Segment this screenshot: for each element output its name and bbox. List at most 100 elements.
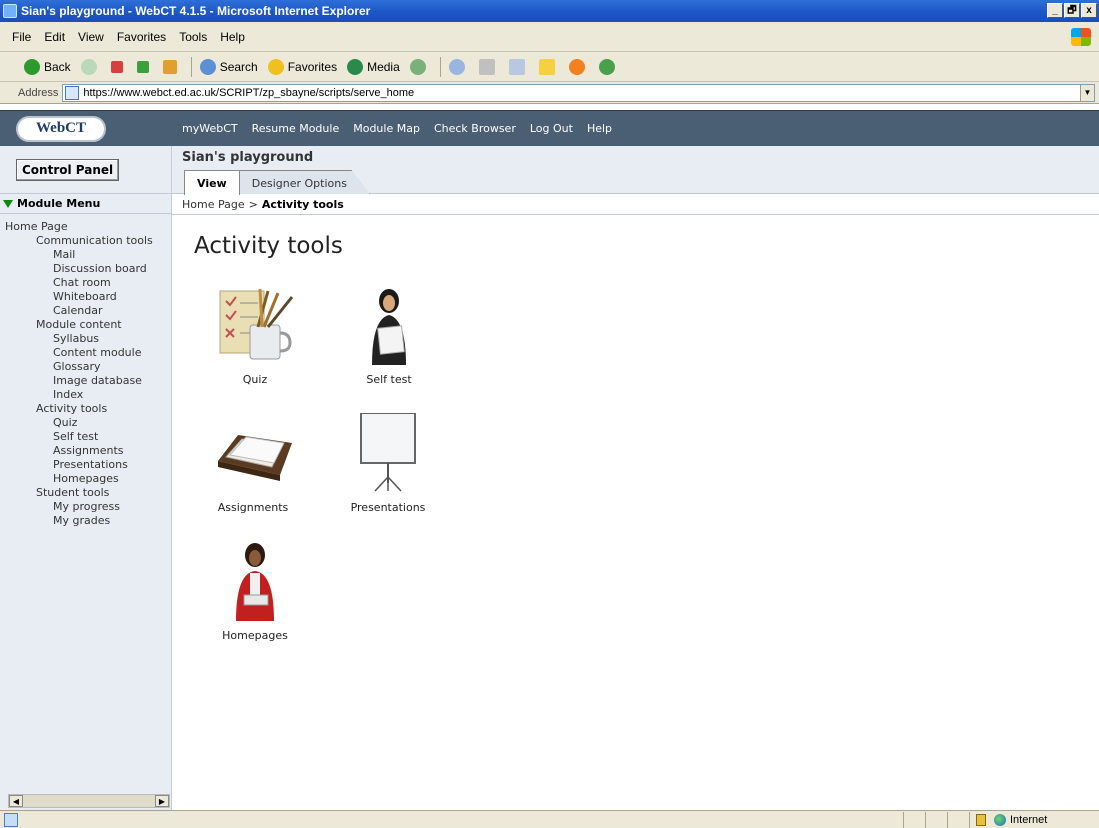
tab-designer-options[interactable]: Designer Options bbox=[238, 170, 370, 194]
module-menu-item[interactable]: Index bbox=[5, 388, 171, 402]
menu-edit[interactable]: Edit bbox=[44, 30, 65, 44]
tool-presentations[interactable]: Presentations bbox=[333, 412, 443, 514]
lock-icon bbox=[976, 814, 986, 826]
address-url: https://www.webct.ed.ac.uk/SCRIPT/zp_sba… bbox=[83, 86, 415, 99]
webct-logo[interactable]: WebCT bbox=[16, 115, 106, 142]
control-panel-button[interactable]: Control Panel bbox=[16, 158, 120, 181]
menu-tools[interactable]: Tools bbox=[179, 30, 207, 44]
edit-button[interactable] bbox=[508, 58, 529, 75]
module-menu-item[interactable]: Self test bbox=[5, 430, 171, 444]
close-button[interactable]: x bbox=[1081, 3, 1097, 18]
menu-favorites[interactable]: Favorites bbox=[117, 30, 166, 44]
module-menu-item[interactable]: Discussion board bbox=[5, 262, 171, 276]
nav-help[interactable]: Help bbox=[587, 122, 612, 135]
tool-assignments[interactable]: Assignments bbox=[198, 413, 308, 514]
mail-button[interactable] bbox=[448, 58, 469, 75]
module-menu-item[interactable]: Content module bbox=[5, 346, 171, 360]
module-menu-item[interactable]: Communication tools bbox=[5, 234, 171, 248]
ie-icon bbox=[3, 4, 17, 18]
refresh-button[interactable] bbox=[136, 60, 153, 73]
minimize-button[interactable]: _ bbox=[1047, 3, 1063, 18]
course-title: Sian's playground bbox=[182, 150, 314, 165]
menu-bar: File Edit View Favorites Tools Help bbox=[0, 22, 1099, 52]
tab-view[interactable]: View bbox=[184, 170, 240, 195]
module-menu-item[interactable]: Whiteboard bbox=[5, 290, 171, 304]
breadcrumb-home[interactable]: Home Page bbox=[182, 198, 245, 211]
status-bar: Internet bbox=[0, 810, 1099, 828]
module-menu-item[interactable]: Homepages bbox=[5, 472, 171, 486]
module-menu-item[interactable]: Quiz bbox=[5, 416, 171, 430]
triangle-down-icon bbox=[3, 199, 13, 208]
home-button[interactable] bbox=[162, 59, 181, 74]
module-menu-item[interactable]: Chat room bbox=[5, 276, 171, 290]
back-button[interactable]: Back bbox=[24, 58, 71, 75]
module-menu-item[interactable]: Calendar bbox=[5, 304, 171, 318]
module-menu-header[interactable]: Module Menu bbox=[0, 194, 171, 214]
page-icon bbox=[65, 85, 80, 100]
assignments-icon bbox=[208, 413, 298, 493]
tool-label-assignments: Assignments bbox=[217, 501, 289, 514]
menu-file[interactable]: File bbox=[12, 30, 31, 44]
menu-view[interactable]: View bbox=[78, 30, 104, 44]
nav-check-browser[interactable]: Check Browser bbox=[434, 122, 516, 135]
nav-log-out[interactable]: Log Out bbox=[530, 122, 573, 135]
tool-homepages[interactable]: Homepages bbox=[200, 541, 310, 642]
nav-resume-module[interactable]: Resume Module bbox=[252, 122, 340, 135]
module-menu-label: Module Menu bbox=[17, 197, 101, 210]
print-button[interactable] bbox=[478, 58, 499, 75]
module-menu-item[interactable]: Module content bbox=[5, 318, 171, 332]
module-menu-item[interactable]: Student tools bbox=[5, 486, 171, 500]
module-menu-item[interactable]: Image database bbox=[5, 374, 171, 388]
history-button[interactable] bbox=[409, 58, 430, 75]
nav-module-map[interactable]: Module Map bbox=[353, 122, 420, 135]
module-menu-item[interactable]: Assignments bbox=[5, 444, 171, 458]
tool-label-quiz: Quiz bbox=[242, 373, 268, 386]
module-menu-item[interactable]: My progress bbox=[5, 500, 171, 514]
media-icon bbox=[347, 58, 364, 75]
favorites-button[interactable]: Favorites bbox=[267, 58, 337, 75]
security-zone: Internet bbox=[969, 812, 1099, 828]
horizontal-scrollbar[interactable]: ◀ ▶ bbox=[8, 794, 170, 808]
internet-zone-icon bbox=[994, 814, 1006, 826]
breadcrumb: Home Page > Activity tools bbox=[172, 194, 1099, 215]
main-content: Activity tools Quiz Self test Assignment… bbox=[172, 215, 1099, 810]
tool-label-self-test: Self test bbox=[366, 373, 412, 386]
module-menu-item[interactable]: Glossary bbox=[5, 360, 171, 374]
tool-self-test[interactable]: Self test bbox=[334, 285, 444, 386]
module-menu-item[interactable]: Home Page bbox=[5, 220, 171, 234]
module-menu-item[interactable]: Syllabus bbox=[5, 332, 171, 346]
note-icon bbox=[538, 58, 555, 75]
nav-mywebct[interactable]: myWebCT bbox=[182, 122, 238, 135]
address-label: Address bbox=[18, 86, 59, 99]
window-title: Sian's playground - WebCT 4.1.5 - Micros… bbox=[21, 4, 371, 18]
research-button[interactable] bbox=[598, 58, 619, 75]
address-input[interactable]: https://www.webct.ed.ac.uk/SCRIPT/zp_sba… bbox=[62, 83, 1095, 102]
media-button[interactable]: Media bbox=[347, 58, 400, 75]
refresh-icon bbox=[136, 60, 149, 73]
maximize-button[interactable]: 🗗 bbox=[1064, 3, 1080, 18]
forward-button[interactable] bbox=[80, 58, 101, 75]
module-header: Sian's playground View Designer Options bbox=[172, 146, 1099, 195]
scroll-left-button[interactable]: ◀ bbox=[9, 795, 23, 807]
module-menu-item[interactable]: My grades bbox=[5, 514, 171, 528]
toolbar-separator bbox=[190, 56, 192, 77]
status-pane bbox=[947, 812, 969, 828]
presentations-icon bbox=[343, 412, 433, 493]
tool-quiz[interactable]: Quiz bbox=[200, 285, 310, 386]
module-menu-item[interactable]: Mail bbox=[5, 248, 171, 262]
scroll-right-button[interactable]: ▶ bbox=[155, 795, 169, 807]
windows-logo-icon bbox=[1071, 28, 1091, 46]
stop-icon bbox=[110, 60, 123, 73]
self-test-icon bbox=[344, 285, 434, 365]
back-arrow-icon bbox=[24, 58, 40, 75]
module-menu-item[interactable]: Presentations bbox=[5, 458, 171, 472]
messenger-button[interactable] bbox=[568, 58, 589, 75]
stop-button[interactable] bbox=[110, 60, 127, 73]
address-dropdown-button[interactable]: ▼ bbox=[1080, 84, 1094, 101]
menu-help[interactable]: Help bbox=[220, 30, 245, 44]
search-button[interactable]: Search bbox=[199, 58, 258, 75]
discuss-button[interactable] bbox=[538, 58, 559, 75]
print-icon bbox=[478, 58, 495, 75]
module-menu-item[interactable]: Activity tools bbox=[5, 402, 171, 416]
address-bar: Address https://www.webct.ed.ac.uk/SCRIP… bbox=[0, 82, 1099, 104]
